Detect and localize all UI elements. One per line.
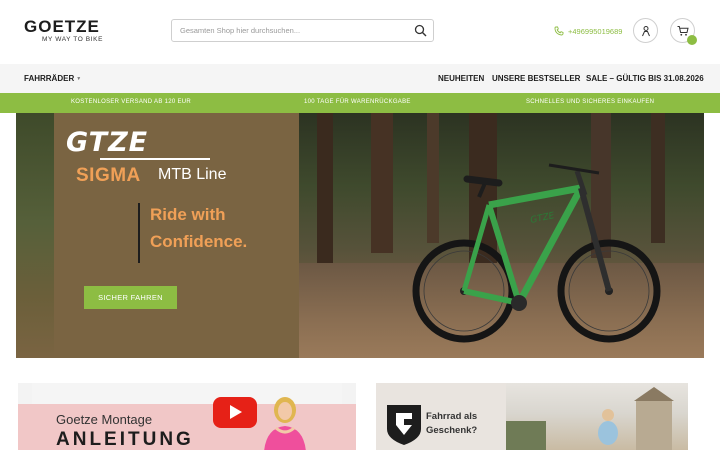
hero-tagline-line-1: Ride with (150, 205, 226, 224)
nav-item-sale[interactable]: SALE – GÜLTIG BIS 31.08.2026 (586, 74, 704, 83)
chevron-down-icon: ▼ (76, 75, 82, 82)
search-input[interactable] (180, 23, 410, 38)
teaser-headline: ANLEITUNG (56, 429, 194, 450)
nav-item-fahrraeder-label: FAHRRÄDER (24, 74, 75, 83)
phone-number: +496995019689 (568, 26, 623, 36)
bike-gift-teaser[interactable]: Fahrrad als Geschenk? (376, 383, 688, 450)
cart-badge (687, 35, 697, 45)
usp-bar: KOSTENLOSER VERSAND AB 120 EUR 100 TAGE … (0, 93, 720, 113)
brand-underline (100, 158, 210, 160)
goetze-shield-icon (387, 405, 421, 445)
gift-teaser-line-1: Fahrrad als (426, 411, 478, 422)
nav-item-fahrraeder[interactable]: FAHRRÄDER ▼ (24, 74, 81, 83)
usp-secure-shopping: SCHNELLES UND SICHERES EINKAUFEN (526, 99, 655, 105)
search-box (171, 19, 434, 42)
nav-item-neuheiten[interactable]: NEUHEITEN (438, 74, 484, 83)
hero-banner[interactable]: GTZE SIGMA MTB Line Ride with Confidence… (16, 113, 704, 358)
gift-teaser-photo (506, 383, 688, 450)
green-mountain-bike-image: GTZE (412, 163, 661, 343)
gtze-brand-logo: GTZE (66, 127, 149, 158)
usp-free-shipping: KOSTENLOSER VERSAND AB 120 EUR (71, 99, 192, 105)
svg-text:GTZE: GTZE (530, 211, 556, 226)
teaser-title: Goetze Montage (56, 412, 153, 427)
nav-item-bestseller[interactable]: UNSERE BESTSELLER (492, 74, 580, 83)
play-icon (230, 405, 242, 419)
forest-image-left (16, 113, 54, 358)
hero-line: MTB Line (158, 166, 227, 183)
logo-slogan: MY WAY TO BIKE (42, 36, 104, 43)
main-navigation: FAHRRÄDER ▼ NEUHEITEN UNSERE BESTSELLER S… (0, 64, 720, 93)
hero-model: SIGMA (76, 165, 141, 186)
goetze-logo[interactable]: GOETZE MY WAY TO BIKE (24, 17, 126, 43)
search-icon[interactable] (414, 24, 427, 37)
montage-anleitung-teaser[interactable]: Goetze Montage ANLEITUNG (18, 383, 356, 450)
gift-teaser-line-2: Geschenk? (426, 425, 478, 436)
phone-contact[interactable]: +496995019689 (554, 24, 622, 38)
woman-photo (264, 397, 306, 450)
phone-icon (554, 26, 564, 36)
user-icon (642, 26, 650, 37)
sicher-fahren-button[interactable]: SICHER FAHREN (84, 286, 177, 309)
hero-divider (138, 203, 140, 263)
hero-tagline-line-2: Confidence. (150, 232, 248, 251)
logo-wordmark: GOETZE (24, 17, 100, 36)
site-header: GOETZE MY WAY TO BIKE +496995019689 (0, 0, 720, 64)
account-button[interactable] (633, 18, 658, 43)
usp-returns: 100 TAGE FÜR WARENRÜCKGABE (304, 99, 411, 105)
cart-icon (677, 26, 689, 36)
